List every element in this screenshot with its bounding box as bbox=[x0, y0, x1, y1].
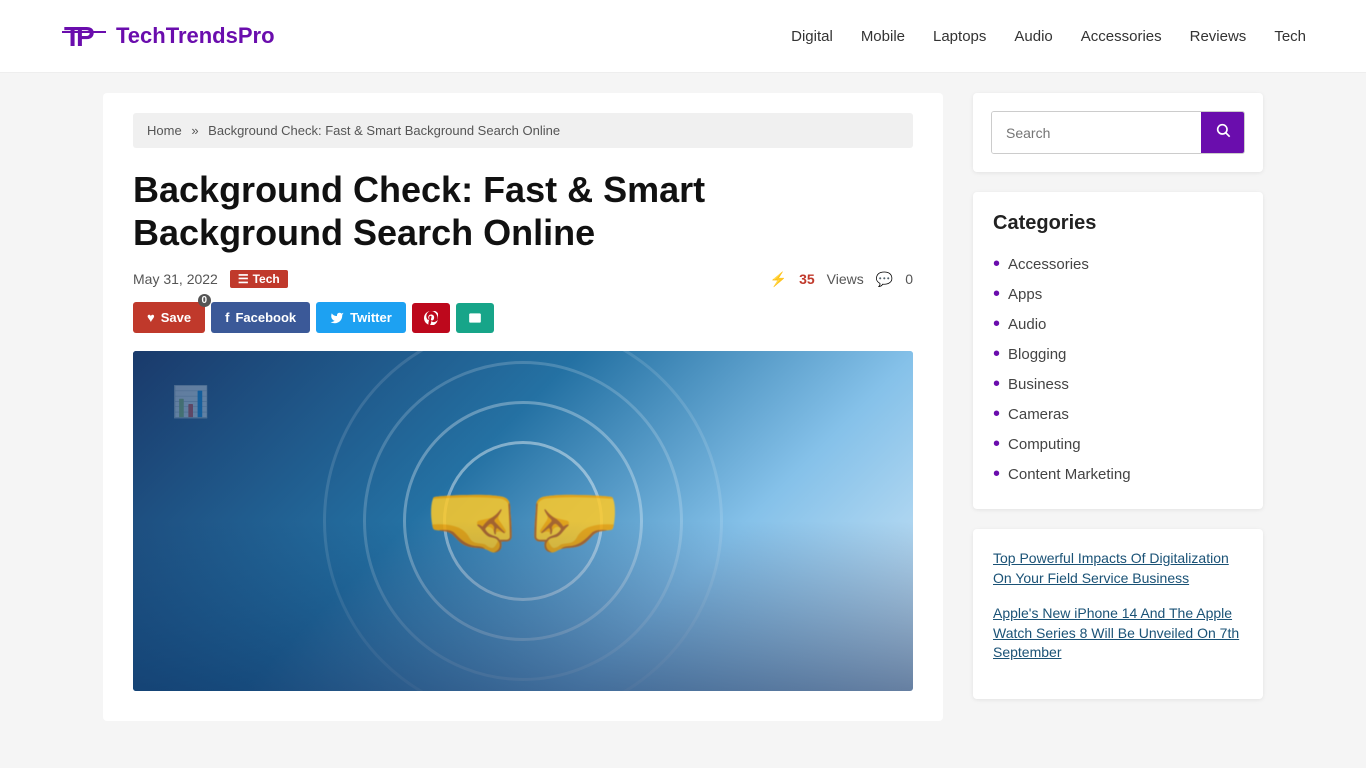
save-count: 0 bbox=[198, 294, 212, 307]
tag-icon: ☰ bbox=[238, 272, 249, 286]
main-nav: Digital Mobile Laptops Audio Accessories… bbox=[791, 28, 1306, 45]
breadcrumb-separator: » bbox=[191, 123, 198, 138]
list-item: Apps bbox=[993, 279, 1243, 309]
list-item: Content Marketing bbox=[993, 459, 1243, 489]
meta-left: May 31, 2022 ☰ Tech bbox=[133, 270, 288, 288]
twitter-icon bbox=[330, 311, 344, 325]
category-link-cameras[interactable]: Cameras bbox=[1008, 406, 1069, 423]
tag-label: Tech bbox=[253, 272, 280, 286]
facebook-label: Facebook bbox=[235, 310, 296, 325]
site-header: T P TechTrendsPro Digital Mobile Laptops… bbox=[0, 0, 1366, 73]
facebook-icon: f bbox=[225, 310, 229, 325]
nav-laptops[interactable]: Laptops bbox=[933, 28, 986, 45]
category-link-apps[interactable]: Apps bbox=[1008, 286, 1042, 303]
category-link-business[interactable]: Business bbox=[1008, 376, 1069, 393]
search-button[interactable] bbox=[1201, 112, 1245, 153]
nav-mobile[interactable]: Mobile bbox=[861, 28, 905, 45]
sidebar-recent-articles: Top Powerful Impacts Of Digitalization O… bbox=[973, 529, 1263, 699]
category-link-accessories[interactable]: Accessories bbox=[1008, 256, 1089, 273]
page-wrapper: Home » Background Check: Fast & Smart Ba… bbox=[43, 73, 1323, 741]
email-icon bbox=[468, 311, 482, 325]
sidebar-search-box bbox=[973, 93, 1263, 172]
logo-text: TechTrendsPro bbox=[116, 23, 275, 49]
meta-right: ⚡ 35 Views 💬 0 bbox=[770, 271, 913, 288]
lightning-icon: ⚡ bbox=[770, 271, 787, 288]
category-link-blogging[interactable]: Blogging bbox=[1008, 346, 1066, 363]
article-tag[interactable]: ☰ Tech bbox=[230, 270, 288, 288]
recent-article-1[interactable]: Top Powerful Impacts Of Digitalization O… bbox=[993, 549, 1243, 588]
nav-audio[interactable]: Audio bbox=[1014, 28, 1052, 45]
sidebar: Categories Accessories Apps Audio Bloggi… bbox=[973, 93, 1263, 721]
comments-count: 0 bbox=[905, 271, 913, 287]
article-hero-image: 🤜🤛 📊 bbox=[133, 351, 913, 691]
logo-icon: T P bbox=[60, 12, 108, 60]
views-count: 35 bbox=[799, 271, 815, 287]
search-icon bbox=[1215, 122, 1231, 138]
twitter-label: Twitter bbox=[350, 310, 392, 325]
list-item: Cameras bbox=[993, 399, 1243, 429]
category-link-content-marketing[interactable]: Content Marketing bbox=[1008, 466, 1131, 483]
breadcrumb-home[interactable]: Home bbox=[147, 123, 182, 138]
category-list: Accessories Apps Audio Blogging Business… bbox=[993, 249, 1243, 489]
svg-text:P: P bbox=[76, 21, 95, 52]
save-label: Save bbox=[161, 310, 191, 325]
nav-digital[interactable]: Digital bbox=[791, 28, 833, 45]
sidebar-categories: Categories Accessories Apps Audio Bloggi… bbox=[973, 192, 1263, 509]
article-date: May 31, 2022 bbox=[133, 271, 218, 287]
views-label: Views bbox=[827, 271, 864, 287]
meta-row: May 31, 2022 ☰ Tech ⚡ 35 Views 💬 0 bbox=[133, 270, 913, 288]
category-link-computing[interactable]: Computing bbox=[1008, 436, 1081, 453]
category-link-audio[interactable]: Audio bbox=[1008, 316, 1046, 333]
list-item: Accessories bbox=[993, 249, 1243, 279]
breadcrumb-current: Background Check: Fast & Smart Backgroun… bbox=[208, 123, 560, 138]
twitter-button[interactable]: Twitter bbox=[316, 302, 406, 333]
pinterest-icon bbox=[424, 311, 438, 325]
recent-article-2[interactable]: Apple's New iPhone 14 And The Apple Watc… bbox=[993, 604, 1243, 663]
share-row: ♥ Save 0 f Facebook Twitter bbox=[133, 302, 913, 333]
list-item: Audio bbox=[993, 309, 1243, 339]
article-title: Background Check: Fast & Smart Backgroun… bbox=[133, 168, 913, 254]
logo[interactable]: T P TechTrendsPro bbox=[60, 12, 275, 60]
list-item: Computing bbox=[993, 429, 1243, 459]
nav-reviews[interactable]: Reviews bbox=[1190, 28, 1247, 45]
categories-title: Categories bbox=[993, 212, 1243, 235]
nav-tech[interactable]: Tech bbox=[1274, 28, 1306, 45]
comment-icon: 💬 bbox=[876, 271, 893, 288]
save-button[interactable]: ♥ Save 0 bbox=[133, 302, 205, 333]
breadcrumb: Home » Background Check: Fast & Smart Ba… bbox=[133, 113, 913, 148]
email-button[interactable] bbox=[456, 303, 494, 333]
pinterest-button[interactable] bbox=[412, 303, 450, 333]
facebook-button[interactable]: f Facebook bbox=[211, 302, 310, 333]
heart-icon: ♥ bbox=[147, 310, 155, 325]
nav-accessories[interactable]: Accessories bbox=[1081, 28, 1162, 45]
list-item: Business bbox=[993, 369, 1243, 399]
search-input[interactable] bbox=[992, 112, 1201, 153]
list-item: Blogging bbox=[993, 339, 1243, 369]
search-input-row bbox=[991, 111, 1245, 154]
main-content: Home » Background Check: Fast & Smart Ba… bbox=[103, 93, 943, 721]
